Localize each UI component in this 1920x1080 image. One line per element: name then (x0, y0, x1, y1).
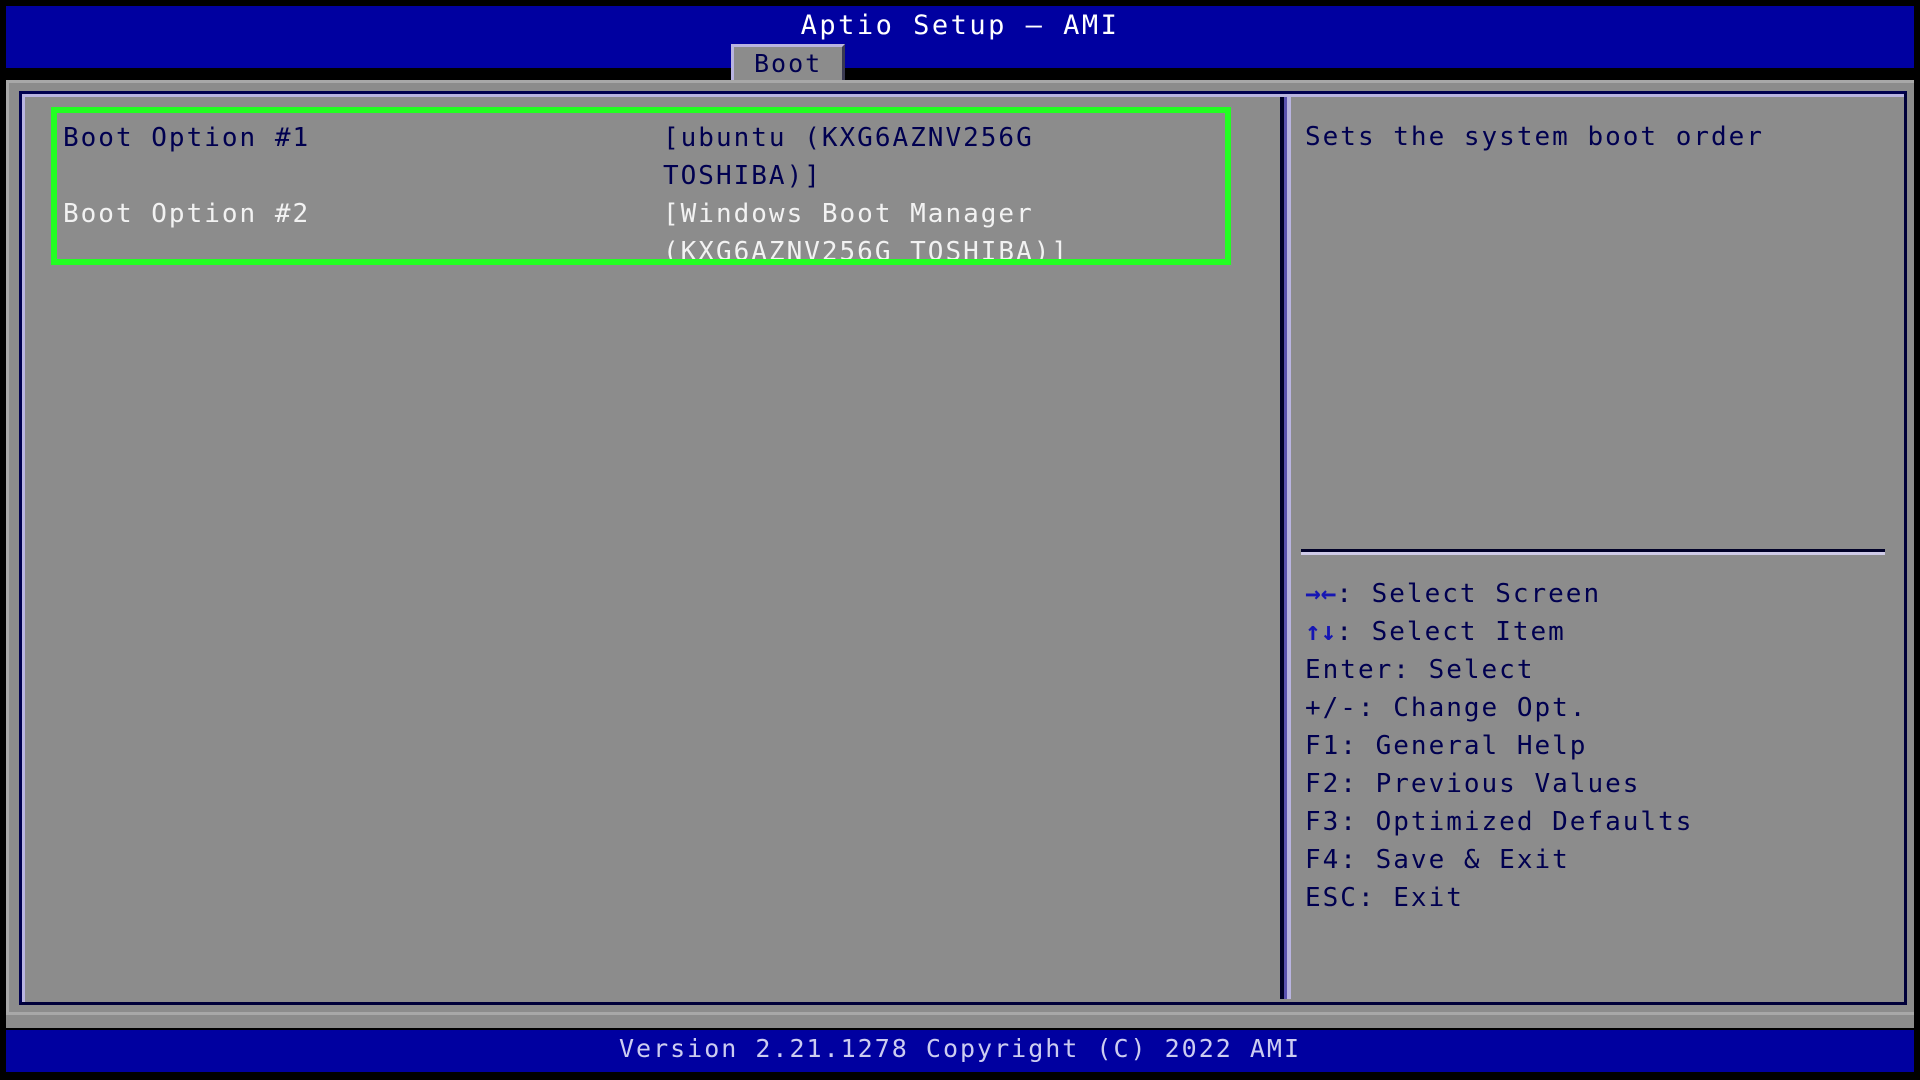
key-legend-label: : Select Screen (1336, 579, 1602, 609)
key-legend-label: F1: General Help (1305, 731, 1588, 761)
boot-options-list: Boot Option #1 [ubuntu (KXG6AZNV256G TOS… (31, 97, 1271, 997)
key-legend-item-enter: Enter: Select (1305, 651, 1885, 689)
boot-option-1-value[interactable]: [ubuntu (KXG6AZNV256G TOSHIBA)] (663, 119, 1133, 195)
help-description: Sets the system boot order (1305, 122, 1764, 152)
key-legend-label: ESC: Exit (1305, 883, 1464, 913)
title-bar: Aptio Setup – AMI Boot (6, 6, 1914, 82)
key-legend-item-f1: F1: General Help (1305, 727, 1885, 765)
boot-option-1-label: Boot Option #1 (63, 123, 311, 153)
key-legend-label: F2: Previous Values (1305, 769, 1641, 799)
arrow-left-right-icon: →← (1305, 579, 1337, 609)
key-legend-item-select-screen: →←: Select Screen (1305, 575, 1885, 613)
key-legend-label: +/-: Change Opt. (1305, 693, 1588, 723)
panel-divider (1277, 97, 1291, 999)
footer-bar: Version 2.21.1278 Copyright (C) 2022 AMI (6, 1030, 1914, 1072)
version-text: Version 2.21.1278 Copyright (C) 2022 AMI (618, 1034, 1302, 1063)
help-divider-highlight (1301, 552, 1885, 555)
arrow-up-down-icon: ↑↓ (1305, 617, 1337, 647)
bios-setup-screen: Aptio Setup – AMI Boot Boot Option #1 [u… (0, 0, 1920, 1080)
key-legend-label: F4: Save & Exit (1305, 845, 1570, 875)
key-legend: →←: Select Screen ↑↓: Select Item Enter:… (1305, 575, 1885, 917)
key-legend-item-f4: F4: Save & Exit (1305, 841, 1885, 879)
tab-strip: Boot (6, 44, 1914, 82)
content-panel: Boot Option #1 [ubuntu (KXG6AZNV256G TOS… (6, 80, 1914, 1012)
key-legend-label: : Select Item (1336, 617, 1566, 647)
key-legend-item-f3: F3: Optimized Defaults (1305, 803, 1885, 841)
tab-boot[interactable]: Boot (731, 44, 846, 82)
boot-option-2-label: Boot Option #2 (63, 199, 311, 229)
key-legend-item-f2: F2: Previous Values (1305, 765, 1885, 803)
key-legend-label: Enter: Select (1305, 655, 1535, 685)
footer-spacer (6, 1012, 1914, 1028)
page-title: Aptio Setup – AMI (800, 10, 1120, 41)
boot-option-2-value[interactable]: [Windows Boot Manager (KXG6AZNV256G TOSH… (663, 195, 1133, 271)
key-legend-item-esc: ESC: Exit (1305, 879, 1885, 917)
boot-option-row-2[interactable]: Boot Option #2 [Windows Boot Manager (KX… (63, 195, 1223, 347)
key-legend-label: F3: Optimized Defaults (1305, 807, 1694, 837)
key-legend-item-select-item: ↑↓: Select Item (1305, 613, 1885, 651)
help-panel: Sets the system boot order →←: Select Sc… (1297, 97, 1897, 997)
key-legend-item-change-opt: +/-: Change Opt. (1305, 689, 1885, 727)
